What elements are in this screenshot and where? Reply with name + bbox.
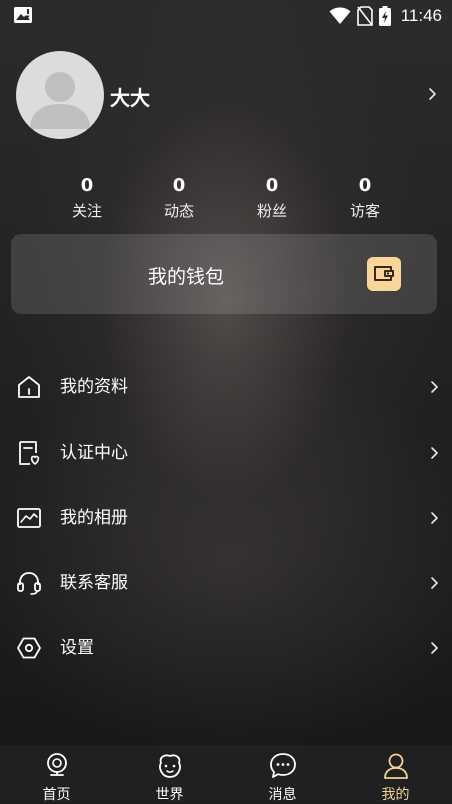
wallet-label: 我的钱包 <box>147 266 224 288</box>
chevron-right-icon[interactable] <box>426 86 438 102</box>
tab-world[interactable]: 世界 <box>113 745 226 803</box>
menu-item-certification[interactable]: 认证中心 <box>0 428 452 478</box>
stat-label: 访客 <box>349 202 380 220</box>
stat-label: 粉丝 <box>256 202 287 220</box>
status-bar: 11:46 <box>0 0 452 32</box>
stat-posts[interactable]: 0 动态 <box>133 175 225 222</box>
tab-label: 消息 <box>268 787 297 803</box>
headset-icon <box>17 572 41 595</box>
no-sim-icon <box>356 6 373 26</box>
chevron-right-icon <box>431 512 438 524</box>
stat-value: 0 <box>80 175 94 196</box>
status-time: 11:46 <box>400 6 442 25</box>
bottom-tab-bar: 首页 世界 消息 我的 <box>0 745 452 803</box>
chevron-right-icon <box>431 381 438 393</box>
world-face-icon <box>159 754 181 778</box>
menu-item-label: 认证中心 <box>60 443 128 463</box>
menu-item-settings[interactable]: 设置 <box>0 623 452 673</box>
tab-label: 我的 <box>381 787 410 803</box>
stat-value: 0 <box>265 175 279 196</box>
settings-hexagon-icon <box>17 637 41 659</box>
menu-item-album[interactable]: 我的相册 <box>0 493 452 543</box>
stat-label: 关注 <box>71 202 102 220</box>
status-icons: 11:46 <box>329 4 442 28</box>
stat-visitors[interactable]: 0 访客 <box>319 175 411 222</box>
menu-item-my-profile[interactable]: 我的资料 <box>0 362 452 412</box>
username[interactable]: 大大 <box>110 82 150 111</box>
tab-label: 首页 <box>42 787 71 803</box>
tab-mine[interactable]: 我的 <box>339 745 452 803</box>
stat-value: 0 <box>172 175 186 196</box>
menu-item-label: 设置 <box>60 638 94 658</box>
chevron-right-icon <box>431 642 438 654</box>
avatar[interactable] <box>16 51 104 139</box>
chevron-right-icon <box>431 577 438 589</box>
person-icon <box>384 753 408 779</box>
battery-charging-icon <box>378 6 391 26</box>
stat-label: 动态 <box>163 202 194 220</box>
default-avatar-icon <box>30 72 90 129</box>
chevron-right-icon <box>431 447 438 459</box>
chat-bubble-icon <box>270 753 296 778</box>
stat-following[interactable]: 0 关注 <box>41 175 133 222</box>
album-icon <box>17 508 41 528</box>
wifi-icon <box>329 7 351 24</box>
wallet-icon <box>367 257 401 291</box>
tab-label: 世界 <box>155 787 184 803</box>
menu-item-label: 我的资料 <box>60 377 128 397</box>
certificate-icon <box>19 441 40 465</box>
image-notification-icon <box>14 7 32 23</box>
tab-messages[interactable]: 消息 <box>226 745 339 803</box>
tab-home[interactable]: 首页 <box>0 745 113 803</box>
wallet-card[interactable]: 我的钱包 <box>11 234 437 314</box>
menu-item-customer-service[interactable]: 联系客服 <box>0 558 452 608</box>
home-pin-icon <box>47 753 67 776</box>
stat-value: 0 <box>358 175 372 196</box>
stat-fans[interactable]: 0 粉丝 <box>226 175 318 222</box>
menu-item-label: 我的相册 <box>60 508 128 528</box>
menu-item-label: 联系客服 <box>60 573 128 593</box>
home-icon <box>18 376 40 398</box>
